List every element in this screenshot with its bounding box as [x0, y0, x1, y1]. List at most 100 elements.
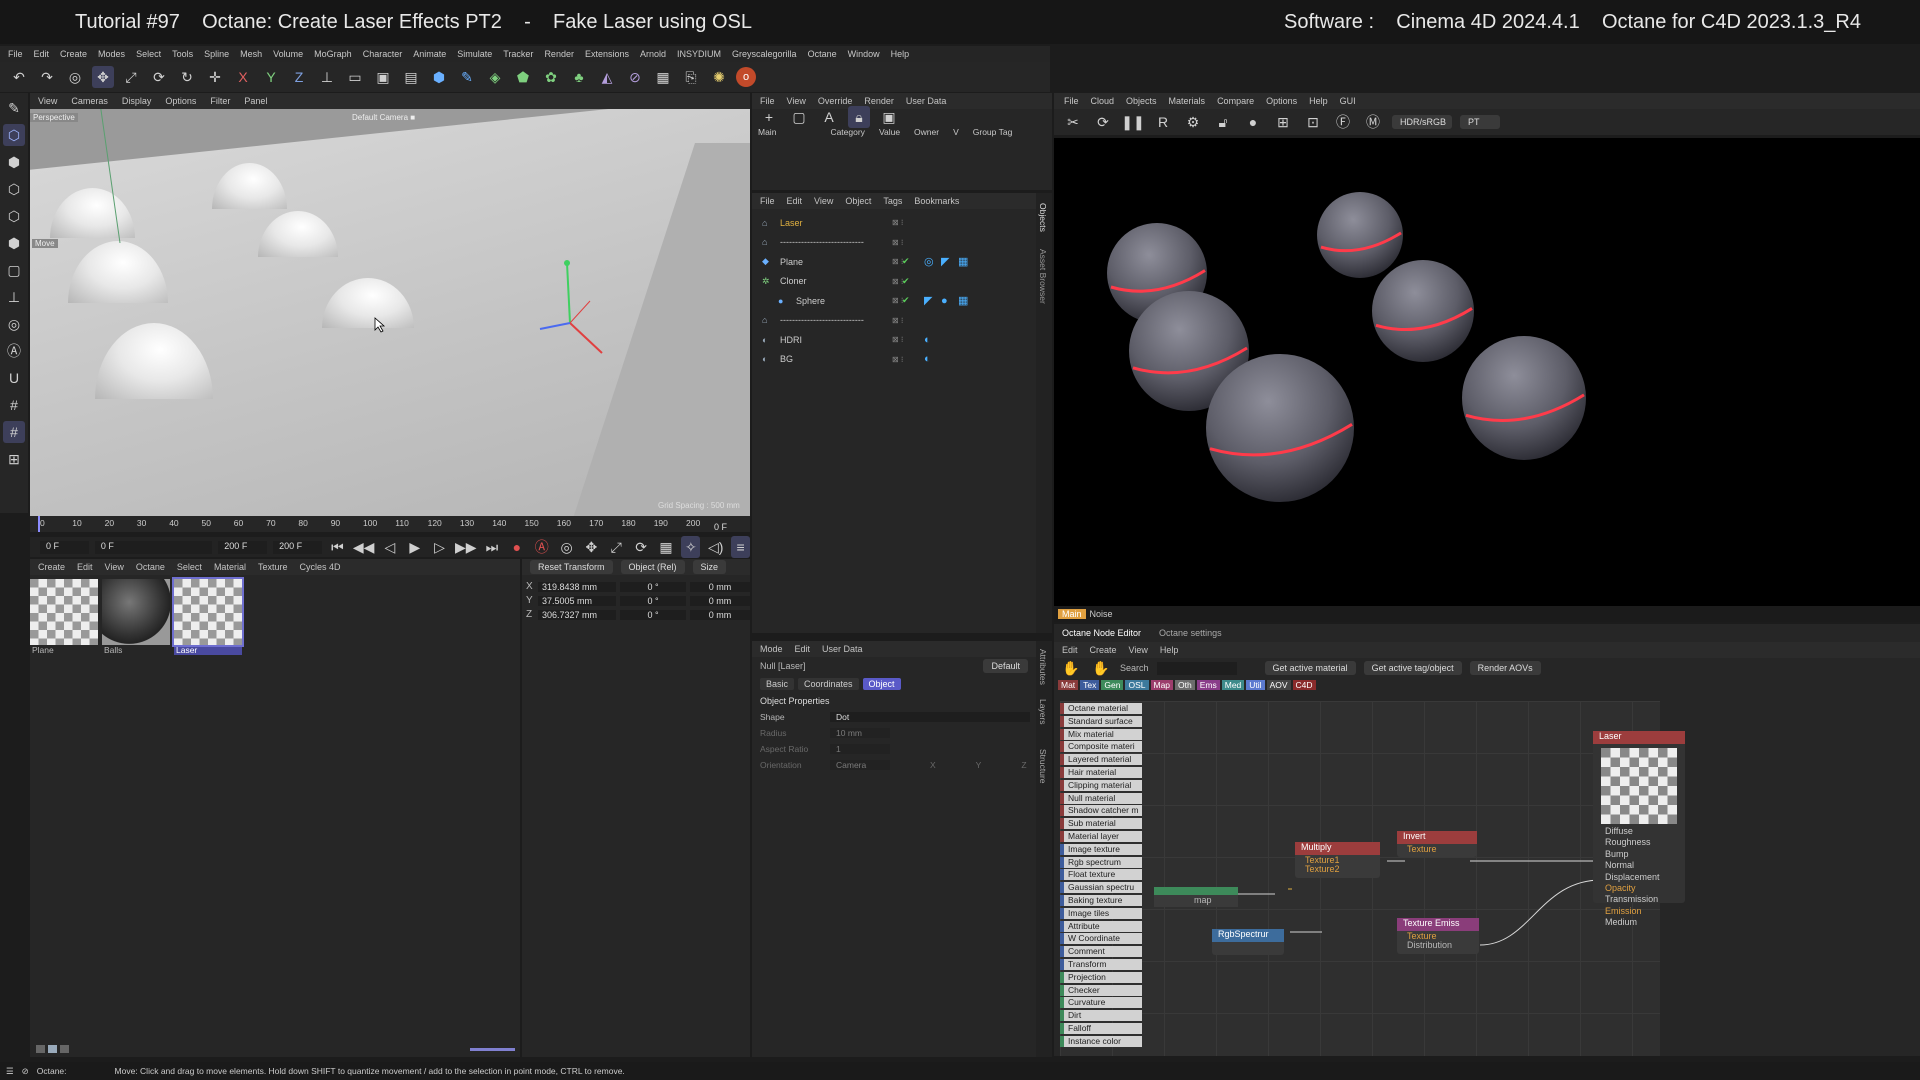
size-dropdown[interactable]: Size	[692, 560, 727, 574]
main-tab[interactable]: Main	[1058, 609, 1086, 619]
position-field[interactable]: 319.8438 mm	[538, 581, 616, 592]
preview-start-field[interactable]: 0 F	[94, 540, 213, 554]
menu-tools[interactable]: Tools	[172, 49, 193, 59]
object-row[interactable]: ✲ Cloner ⊠ ⁝ ✔	[752, 272, 1036, 292]
object-row[interactable]: ◐ BG ⊠ ⁝ ◐	[752, 350, 1036, 370]
attribute-tab-object[interactable]: Object	[862, 678, 901, 690]
get-active-material-button[interactable]: Get active material	[1264, 661, 1356, 675]
mograph-icon[interactable]: ♣	[568, 66, 590, 88]
pla-key-icon[interactable]: ✧	[681, 536, 701, 558]
redo-icon[interactable]: ↷	[36, 66, 58, 88]
prev-key-icon[interactable]: ◀◀	[353, 536, 375, 558]
live-viewer-menu-objects[interactable]: Objects	[1126, 96, 1157, 106]
snap-icon[interactable]: ✎	[3, 97, 25, 119]
size-field[interactable]: 0 mm	[690, 609, 750, 620]
laser-input-port[interactable]: Emission	[1593, 906, 1685, 917]
property-value[interactable]: Dot	[830, 712, 1030, 722]
side-tab-layers[interactable]: Layers	[1038, 699, 1048, 725]
coord-mode-dropdown[interactable]: Object (Rel)	[620, 560, 685, 574]
object-row[interactable]: ⌂ ---------------------------- ⊠ ⁝	[752, 311, 1036, 331]
field-icon[interactable]: ⊘	[624, 66, 646, 88]
node-editor-hand-icon[interactable]: ✋	[1060, 657, 1082, 679]
end-frame-field[interactable]: 200 F	[273, 540, 323, 554]
subdivision-icon[interactable]: ◈	[484, 66, 506, 88]
position-field[interactable]: 306.7327 mm	[538, 609, 616, 620]
texture-emission-node[interactable]: Texture Emiss Texture Distribution	[1397, 918, 1479, 954]
material-menu-material[interactable]: Material	[214, 562, 246, 572]
live-viewer-menu-gui[interactable]: GUI	[1340, 96, 1356, 106]
polygon-mode-icon[interactable]: ⬢	[3, 232, 25, 254]
invert-node[interactable]: Invert Texture	[1397, 831, 1477, 857]
object-mode-icon[interactable]: ⬢	[3, 151, 25, 173]
point-mode-icon[interactable]: ⬡	[3, 178, 25, 200]
visibility-toggle[interactable]: ⊠ ⁝	[892, 335, 903, 344]
live-viewer-menu-cloud[interactable]: Cloud	[1091, 96, 1115, 106]
octane-settings-tab[interactable]: Octane settings	[1159, 628, 1222, 638]
add-take-icon[interactable]: +	[758, 106, 780, 128]
node-category-ems[interactable]: Ems	[1196, 680, 1220, 690]
laser-material-node[interactable]: Laser Diffuse Roughness Bump Normal Displace…	[1593, 731, 1685, 927]
move-tool-icon[interactable]: ✥	[92, 66, 114, 88]
take-clone-icon[interactable]: ▢	[788, 106, 810, 128]
transform-tool-icon[interactable]: ✛	[204, 66, 226, 88]
play-icon[interactable]: ▶	[405, 536, 424, 558]
object-menu-view[interactable]: View	[814, 196, 833, 206]
node-editor-tab[interactable]: Octane Node Editor	[1062, 628, 1141, 638]
noise-tab[interactable]: Noise	[1090, 609, 1113, 619]
laser-input-port[interactable]: Diffuse	[1593, 826, 1685, 837]
node-category-mat[interactable]: Mat	[1058, 680, 1079, 690]
laser-input-port[interactable]: Opacity	[1593, 883, 1685, 894]
preview-end-field[interactable]: 200 F	[218, 540, 268, 554]
node-graph[interactable]: Octane material Standard surface Mix mater…	[1060, 701, 1685, 1056]
object-row[interactable]: ⌂ ---------------------------- ⊠ ⁝	[752, 233, 1036, 253]
take-menu-render[interactable]: Render	[864, 96, 894, 106]
material-item[interactable]: Balls	[102, 579, 170, 655]
viewport-menu-view[interactable]: View	[38, 96, 57, 106]
timeline-settings-icon[interactable]: ≡	[731, 536, 750, 558]
live-viewer-menu-options[interactable]: Options	[1266, 96, 1297, 106]
size-field[interactable]: 0 mm	[690, 595, 750, 606]
get-active-tag-button[interactable]: Get active tag/object	[1363, 661, 1462, 675]
clay-mode-icon[interactable]: ●	[1242, 111, 1264, 133]
x-axis-icon[interactable]: X	[232, 66, 254, 88]
node-search-input[interactable]	[1156, 661, 1237, 675]
sound-icon[interactable]: ◁)	[706, 536, 725, 558]
kernel-dropdown[interactable]: PT	[1460, 115, 1500, 129]
material-menu-select[interactable]: Select	[177, 562, 202, 572]
tag-icon[interactable]: ◤	[941, 255, 949, 268]
live-viewer-menu-help[interactable]: Help	[1309, 96, 1328, 106]
spline-pen-icon[interactable]: ✎	[456, 66, 478, 88]
object-menu-object[interactable]: Object	[845, 196, 871, 206]
large-view-icon[interactable]	[60, 1045, 69, 1053]
tag-icon[interactable]: ▦	[958, 255, 968, 268]
next-key-icon[interactable]: ▶▶	[455, 536, 477, 558]
object-row[interactable]: ● Sphere ⊠ ⁝ ✔ ◤ ● ▦	[752, 291, 1036, 311]
timeline-ruler[interactable]: 0 10 20 30 40 50 60 70 80 90 100 110 120 130 140 150 160…	[30, 516, 750, 532]
position-field[interactable]: 37.5005 mm	[538, 595, 616, 606]
uv-mode-icon[interactable]: ▢	[3, 259, 25, 281]
menu-create[interactable]: Create	[60, 49, 87, 59]
coordinate-system-icon[interactable]: ⊥	[316, 66, 338, 88]
status-menu-icon[interactable]: ☰	[6, 1066, 14, 1077]
live-viewer-menu-file[interactable]: File	[1064, 96, 1079, 106]
menu-greyscalegorilla[interactable]: Greyscalegorilla	[732, 49, 797, 59]
send-scene-icon[interactable]: ✂	[1062, 111, 1084, 133]
camera-icon[interactable]: ⎘	[680, 66, 702, 88]
take-menu-view[interactable]: View	[787, 96, 806, 106]
node-category-aov[interactable]: AOV	[1266, 680, 1291, 690]
viewport-menu-display[interactable]: Display	[122, 96, 152, 106]
autokey-icon[interactable]: Ⓐ	[532, 536, 551, 558]
enabled-check-icon[interactable]: ✔	[902, 295, 910, 306]
prev-frame-icon[interactable]: ◁	[380, 536, 399, 558]
menu-volume[interactable]: Volume	[273, 49, 303, 59]
node-editor-menu-create[interactable]: Create	[1090, 645, 1117, 655]
rotation-field[interactable]: 0 °	[620, 595, 686, 606]
enabled-check-icon[interactable]: ✔	[902, 276, 910, 287]
visibility-toggle[interactable]: ⊠ ⁝	[892, 238, 903, 247]
quantize-icon[interactable]: ⊞	[3, 448, 25, 470]
grid-view-icon[interactable]	[48, 1045, 57, 1053]
menu-mograph[interactable]: MoGraph	[314, 49, 352, 59]
param-key-icon[interactable]: ▦	[657, 536, 676, 558]
hidden-node[interactable]: map	[1154, 887, 1238, 907]
property-value[interactable]: Camera	[830, 760, 890, 770]
